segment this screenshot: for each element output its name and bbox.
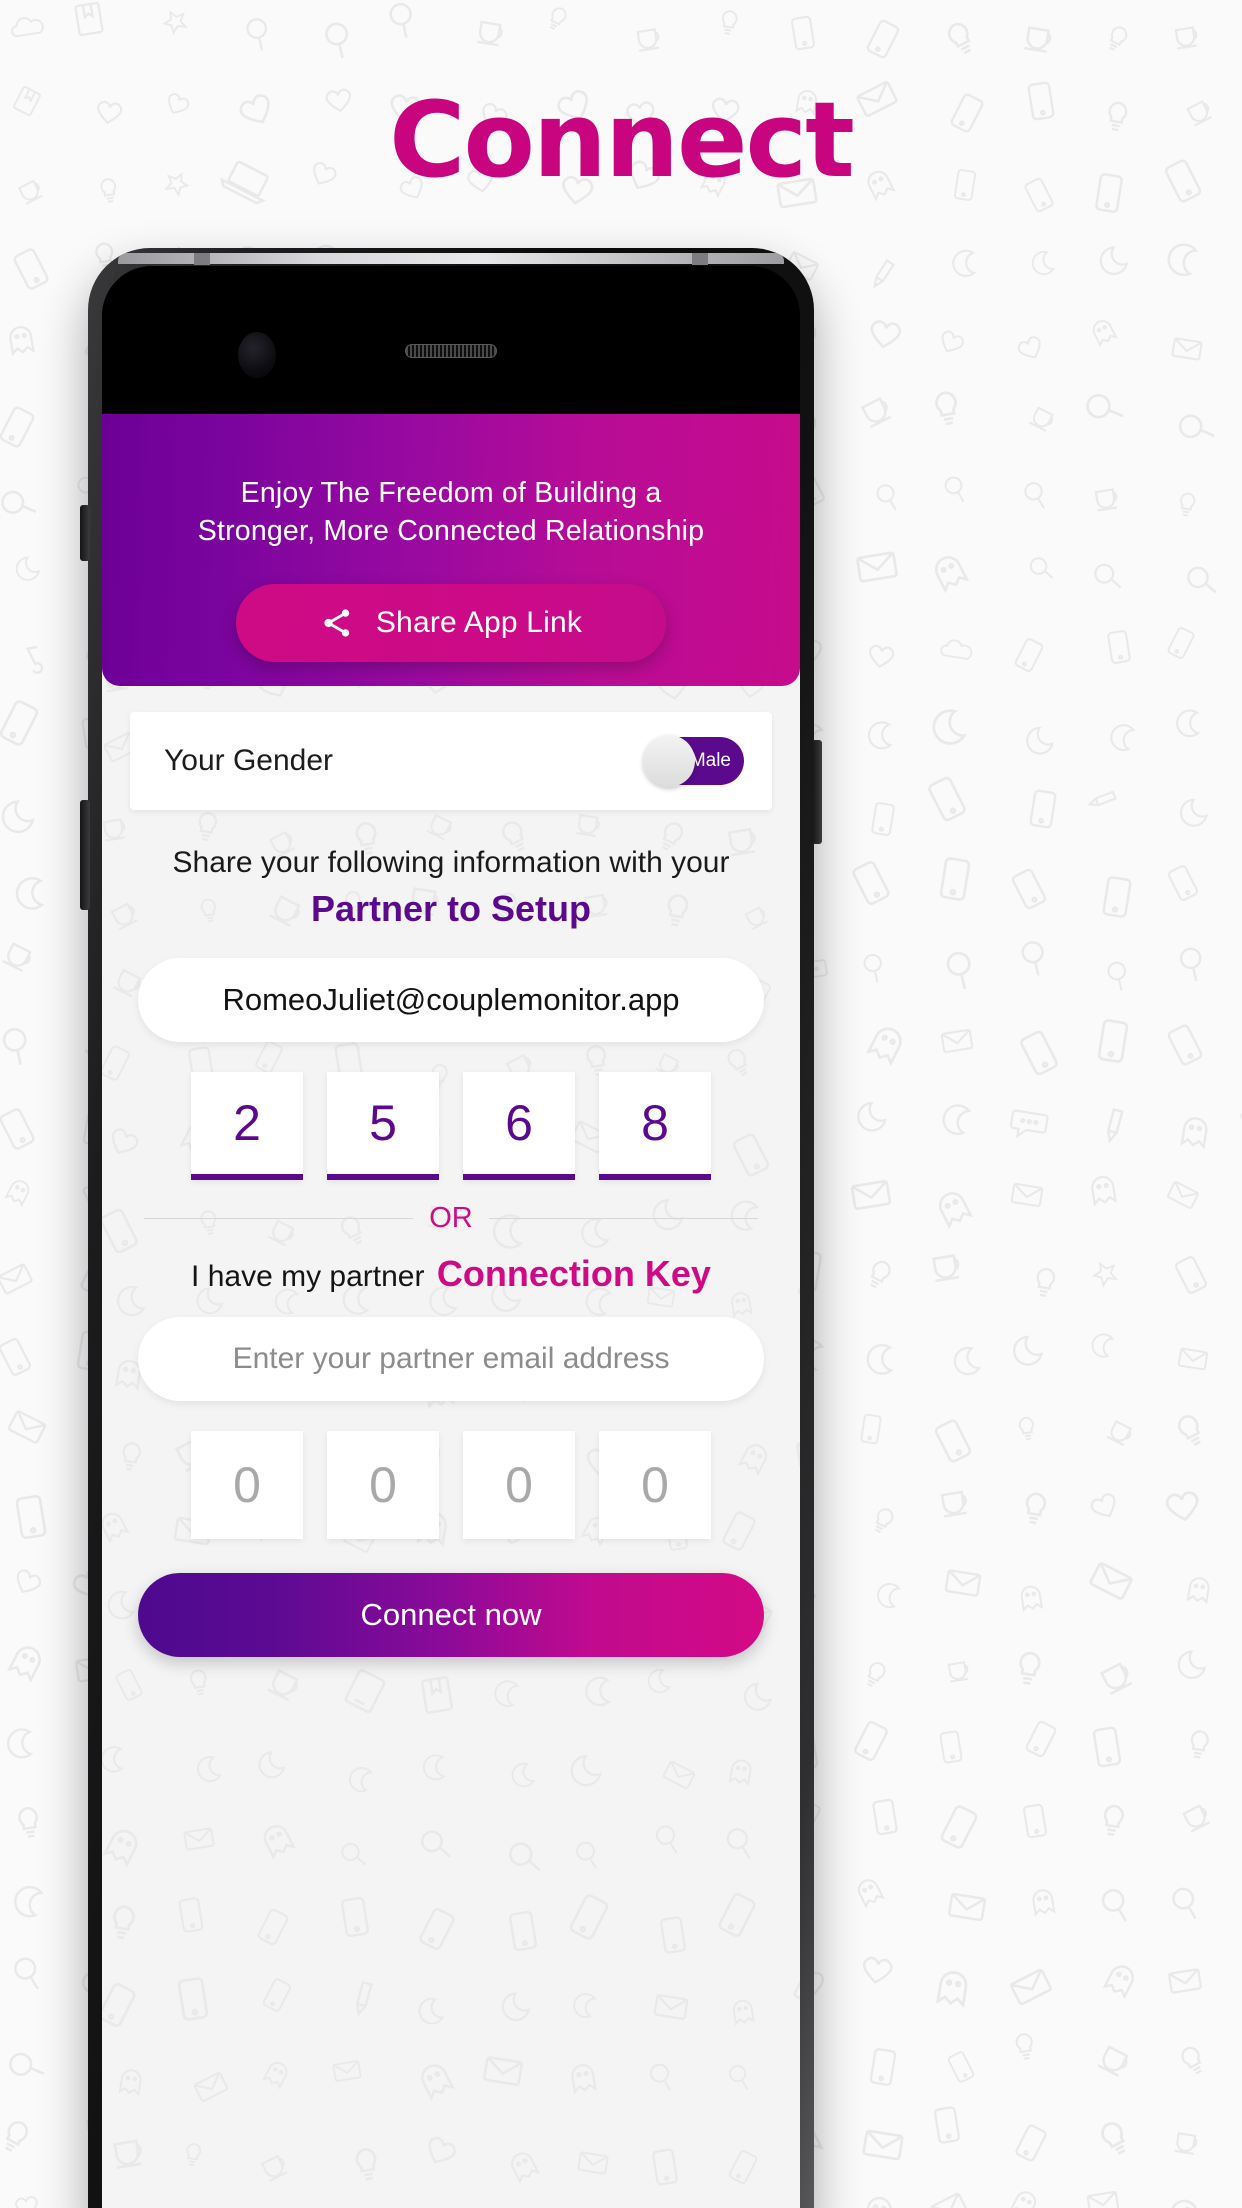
share-info-heading: Share your following information with yo… [102, 846, 800, 930]
front-camera-icon [238, 332, 276, 378]
gender-toggle-knob [643, 735, 695, 787]
partner-code-digit-2-value: 0 [369, 1457, 397, 1513]
gender-card: Your Gender Male [130, 712, 772, 810]
partner-code-digit-3[interactable]: 0 [463, 1431, 575, 1539]
app-viewport: Enjoy The Freedom of Building a Stronger… [102, 414, 800, 2208]
or-divider: OR [144, 1202, 758, 1235]
or-divider-rule-right [488, 1218, 758, 1219]
my-code-digit-3-value: 6 [505, 1095, 533, 1151]
partner-code-digit-4-value: 0 [641, 1457, 669, 1513]
phone-side-button-power [812, 740, 822, 844]
or-divider-rule-left [144, 1218, 414, 1219]
tagline-line-1: Enjoy The Freedom of Building a [240, 477, 662, 509]
app-content: Your Gender Male Share your following in… [102, 712, 800, 1657]
connect-now-label: Connect now [360, 1597, 542, 1632]
my-code-digit-1[interactable]: 2 [191, 1072, 303, 1180]
share-icon [320, 606, 354, 640]
phone-screen: Enjoy The Freedom of Building a Stronger… [102, 266, 800, 2208]
partner-code-digit-4[interactable]: 0 [599, 1431, 711, 1539]
my-code-digit-2-value: 5 [369, 1095, 397, 1151]
gender-toggle-value: Male [689, 750, 731, 771]
my-code-digit-3[interactable]: 6 [463, 1072, 575, 1180]
app-header: Enjoy The Freedom of Building a Stronger… [102, 414, 800, 686]
my-code-digit-4-value: 8 [641, 1095, 669, 1151]
connection-key-highlight: Connection Key [436, 1253, 711, 1294]
phone-top-edge [118, 253, 784, 264]
my-email-display[interactable]: RomeoJuliet@couplemonitor.app [138, 958, 764, 1042]
phone-bezel-top [102, 266, 800, 414]
page-title: Connect [389, 79, 855, 201]
share-info-line-1: Share your following information with yo… [172, 846, 730, 879]
share-app-link-label: Share App Link [375, 606, 583, 639]
earpiece-speaker-icon [405, 344, 497, 358]
share-app-link-button[interactable]: Share App Link [236, 584, 666, 662]
tagline-line-2: Stronger, More Connected Relationship [197, 515, 705, 548]
partner-email-input[interactable] [138, 1342, 764, 1376]
my-connection-code-row: 2 5 6 8 [102, 1072, 800, 1180]
screenshot-root: Connect Enjoy The Freedom of Building a … [0, 0, 1242, 2208]
share-info-line-2: Partner to Setup [310, 888, 592, 929]
my-code-digit-2[interactable]: 5 [327, 1072, 439, 1180]
partner-email-field[interactable] [138, 1317, 764, 1401]
phone-body: Enjoy The Freedom of Building a Stronger… [88, 248, 814, 2208]
or-divider-label: OR [429, 1202, 473, 1234]
partner-code-digit-1-value: 0 [233, 1457, 261, 1513]
connection-key-prefix: I have my partner [191, 1260, 425, 1293]
phone-side-button-volume [80, 800, 90, 910]
my-code-digit-1-value: 2 [233, 1095, 261, 1151]
phone-antenna-left [194, 253, 210, 265]
gender-label: Your Gender [164, 744, 334, 777]
header-tagline: Enjoy The Freedom of Building a Stronger… [102, 414, 800, 551]
phone-side-button-mute [80, 505, 90, 561]
gender-toggle[interactable]: Male [643, 735, 744, 787]
connect-now-button[interactable]: Connect now [138, 1573, 764, 1657]
phone-antenna-right [692, 253, 708, 265]
my-email-value: RomeoJuliet@couplemonitor.app [222, 982, 680, 1017]
partner-code-digit-2[interactable]: 0 [327, 1431, 439, 1539]
partner-code-digit-1[interactable]: 0 [191, 1431, 303, 1539]
partner-code-row: 0 0 0 0 [102, 1431, 800, 1539]
connection-key-heading: I have my partner Connection Key [102, 1253, 800, 1295]
partner-code-digit-3-value: 0 [505, 1457, 533, 1513]
phone-mockup: Enjoy The Freedom of Building a Stronger… [88, 248, 814, 2208]
my-code-digit-4[interactable]: 8 [599, 1072, 711, 1180]
